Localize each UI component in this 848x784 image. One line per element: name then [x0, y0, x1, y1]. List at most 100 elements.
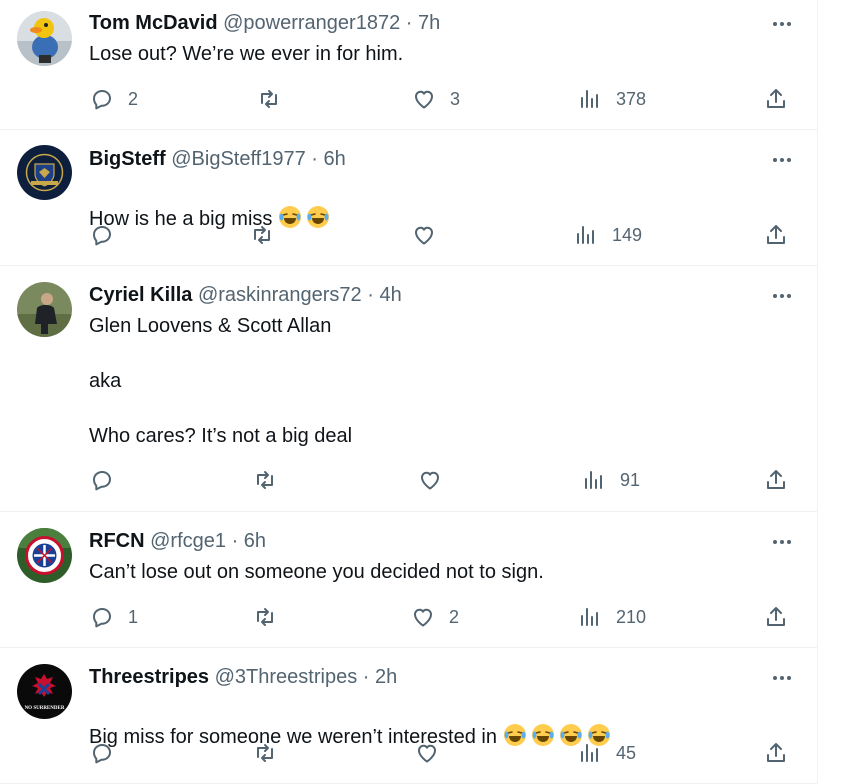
- share-button[interactable]: [764, 465, 788, 495]
- view-count: 149: [612, 224, 643, 245]
- share-icon: [767, 607, 785, 626]
- views-icon: [581, 744, 598, 762]
- view-count: 378: [616, 88, 647, 109]
- retweet-icon: [261, 90, 277, 108]
- heart-icon: [418, 744, 436, 763]
- avatar[interactable]: [17, 145, 72, 200]
- tweet[interactable]: BigSteff @BigSteff1977 · 6h How is he a …: [0, 130, 818, 266]
- retweet-button[interactable]: [250, 220, 288, 250]
- reply-button[interactable]: [90, 465, 128, 495]
- share-button[interactable]: [764, 602, 788, 632]
- tweet[interactable]: Cyriel Killa @raskinrangers72 · 4h Glen …: [0, 266, 818, 512]
- views-button[interactable]: 210: [578, 602, 646, 632]
- reply-icon: [93, 471, 111, 491]
- user-handle[interactable]: @3Threestripes: [215, 666, 358, 688]
- more-options-icon[interactable]: [770, 284, 794, 308]
- views-icon: [585, 471, 602, 489]
- retweet-button[interactable]: [253, 738, 291, 768]
- views-icon: [577, 226, 594, 244]
- timestamp[interactable]: 2h: [375, 666, 397, 688]
- views-button[interactable]: 378: [578, 84, 646, 114]
- retweet-icon: [254, 226, 270, 244]
- timestamp[interactable]: 6h: [244, 530, 266, 552]
- like-button[interactable]: 2: [411, 602, 459, 632]
- view-count: 45: [616, 742, 637, 763]
- more-options-icon[interactable]: [770, 148, 794, 172]
- reply-count: 2: [128, 88, 139, 109]
- timestamp[interactable]: 4h: [379, 284, 401, 306]
- reply-count: 1: [128, 606, 139, 627]
- more-options-icon[interactable]: [770, 530, 794, 554]
- tweet-actions: 91: [0, 465, 818, 495]
- display-name[interactable]: BigSteff: [89, 148, 166, 170]
- avatar[interactable]: [17, 282, 72, 337]
- reply-icon: [93, 744, 111, 764]
- reply-icon: [93, 226, 111, 246]
- reply-button[interactable]: 2: [90, 84, 138, 114]
- display-name[interactable]: RFCN: [89, 530, 145, 552]
- user-handle[interactable]: @BigSteff1977: [171, 148, 305, 170]
- heart-icon: [415, 226, 433, 245]
- views-icon: [581, 90, 598, 108]
- share-button[interactable]: [764, 220, 788, 250]
- avatar[interactable]: NO SURRENDER: [17, 664, 72, 719]
- share-button[interactable]: [764, 84, 788, 114]
- display-name[interactable]: Cyriel Killa: [89, 284, 192, 306]
- tweet-text: Glen Loovens & Scott Allan aka Who cares…: [89, 315, 353, 447]
- display-name[interactable]: Tom McDavid: [89, 12, 218, 34]
- views-icon: [581, 608, 598, 626]
- like-button[interactable]: 3: [412, 84, 460, 114]
- views-button[interactable]: 149: [574, 220, 642, 250]
- reply-feed: Tom McDavid @powerranger1872 · 7h Lose o…: [0, 0, 818, 784]
- share-icon: [767, 470, 785, 489]
- tweet-text: Can’t lose out on someone you decided no…: [89, 561, 544, 583]
- reply-button[interactable]: [90, 220, 128, 250]
- like-count: 2: [449, 606, 460, 627]
- separator-dot: ·: [231, 530, 239, 552]
- timestamp[interactable]: 7h: [418, 12, 440, 34]
- heart-icon: [421, 471, 439, 490]
- separator-dot: ·: [311, 148, 318, 170]
- avatar[interactable]: [17, 528, 72, 583]
- tweet-actions: 1 2 210: [0, 602, 818, 632]
- reply-button[interactable]: 1: [90, 602, 138, 632]
- views-button[interactable]: 91: [582, 465, 640, 495]
- like-button[interactable]: [412, 220, 450, 250]
- user-handle[interactable]: @raskinrangers72: [198, 284, 362, 306]
- tweet-text: Lose out? We’re we ever in for him.: [89, 43, 404, 65]
- user-handle[interactable]: @powerranger1872: [223, 12, 400, 34]
- views-button[interactable]: 45: [578, 738, 636, 768]
- more-options-icon[interactable]: [770, 666, 794, 690]
- reply-icon: [93, 90, 111, 110]
- like-button[interactable]: [418, 465, 456, 495]
- avatar[interactable]: [17, 11, 72, 66]
- share-icon: [767, 89, 785, 108]
- display-name[interactable]: Threestripes: [89, 666, 209, 688]
- like-button[interactable]: [415, 738, 453, 768]
- share-icon: [767, 743, 785, 762]
- tweet-header: Tom McDavid @powerranger1872 · 7h: [89, 10, 440, 36]
- tweet-header: BigSteff @BigSteff1977 · 6h: [89, 146, 346, 172]
- retweet-button[interactable]: [253, 602, 291, 632]
- tweet[interactable]: RFCN @rfcge1 · 6h Can’t lose out on some…: [0, 512, 818, 648]
- retweet-button[interactable]: [257, 84, 295, 114]
- tweet-header: Cyriel Killa @raskinrangers72 · 4h: [89, 282, 402, 308]
- heart-icon: [414, 608, 432, 627]
- heart-icon: [415, 90, 433, 109]
- user-handle[interactable]: @rfcge1: [150, 530, 226, 552]
- share-icon: [767, 225, 785, 244]
- view-count: 210: [616, 606, 647, 627]
- tweet[interactable]: NO SURRENDER Threestripes @3Threestripes…: [0, 648, 818, 784]
- retweet-icon: [257, 471, 273, 489]
- retweet-button[interactable]: [253, 465, 291, 495]
- reply-button[interactable]: [90, 738, 128, 768]
- reply-icon: [93, 608, 111, 628]
- timestamp[interactable]: 6h: [324, 148, 346, 170]
- more-options-icon[interactable]: [770, 12, 794, 36]
- share-button[interactable]: [764, 738, 788, 768]
- tweet[interactable]: Tom McDavid @powerranger1872 · 7h Lose o…: [0, 0, 818, 130]
- separator-dot: ·: [367, 284, 374, 306]
- avatar-text: NO SURRENDER: [25, 706, 65, 711]
- separator-dot: ·: [405, 12, 413, 34]
- tweet-actions: 149: [0, 220, 818, 250]
